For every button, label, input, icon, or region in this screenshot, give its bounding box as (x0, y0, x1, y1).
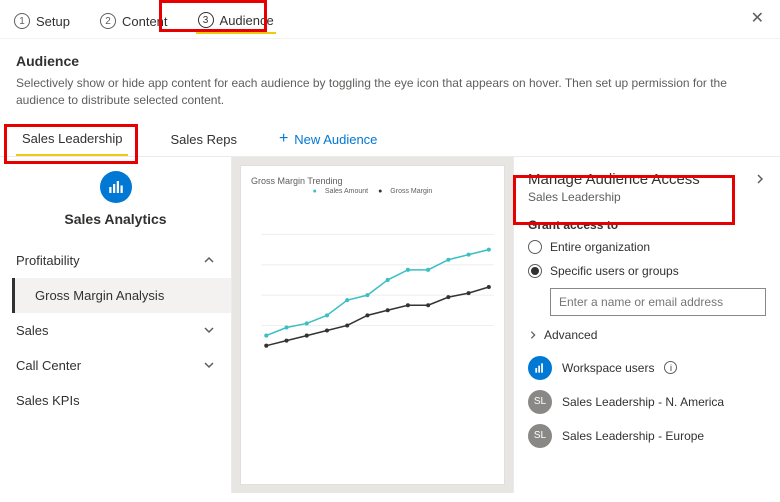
radio-label: Specific users or groups (550, 264, 679, 278)
nav-label: Profitability (16, 253, 80, 268)
group-sales-leadership-eu[interactable]: SL Sales Leadership - Europe (528, 424, 766, 448)
avatar-icon: SL (528, 424, 552, 448)
nav-sales[interactable]: Sales (0, 313, 231, 348)
step-label: Audience (220, 13, 274, 28)
nav-label: Call Center (16, 358, 81, 373)
group-label: Sales Leadership - Europe (562, 429, 704, 443)
chevron-down-icon (203, 359, 215, 371)
line-chart (241, 195, 504, 375)
workspace-header: Sales Analytics (0, 157, 231, 243)
new-audience-label: New Audience (294, 132, 377, 147)
legend-a: Sales Amount (325, 188, 368, 195)
page-title: Audience (16, 53, 764, 69)
legend-dot-icon: ● (313, 188, 317, 195)
user-search-input[interactable] (550, 288, 766, 316)
radio-specific-users[interactable]: Specific users or groups (528, 264, 766, 278)
group-label: Workspace users (562, 361, 654, 375)
access-subtitle: Sales Leadership (528, 190, 766, 204)
step-number: 1 (14, 13, 30, 29)
avatar-icon: SL (528, 390, 552, 414)
report-preview: Gross Margin Trending ● Sales Amount ● Gro… (240, 165, 505, 485)
workspace-icon (100, 171, 132, 203)
bar-chart-icon (528, 356, 552, 380)
nav-label: Sales (16, 323, 49, 338)
advanced-toggle[interactable]: Advanced (528, 328, 766, 342)
step-number: 2 (100, 13, 116, 29)
nav-gross-margin[interactable]: Gross Margin Analysis (12, 278, 231, 313)
page-description: Selectively show or hide app content for… (16, 75, 764, 109)
preview-column: Gross Margin Trending ● Sales Amount ● Gro… (232, 157, 514, 493)
step-label: Content (122, 14, 168, 29)
group-label: Sales Leadership - N. America (562, 395, 724, 409)
group-sales-leadership-na[interactable]: SL Sales Leadership - N. America (528, 390, 766, 414)
access-panel: Manage Audience Access Sales Leadership … (514, 157, 780, 493)
access-title: Manage Audience Access (528, 171, 700, 188)
chevron-right-icon (754, 173, 766, 185)
legend-b: Gross Margin (390, 188, 432, 195)
group-workspace-users[interactable]: Workspace users i (528, 356, 766, 380)
tab-sales-leadership[interactable]: Sales Leadership (16, 123, 128, 156)
step-setup[interactable]: 1 Setup (12, 9, 72, 33)
chart-title: Gross Margin Trending (241, 166, 504, 188)
step-label: Setup (36, 14, 70, 29)
workspace-title: Sales Analytics (0, 211, 231, 227)
nav-column: Sales Analytics Profitability Gross Marg… (0, 157, 232, 493)
radio-entire-org[interactable]: Entire organization (528, 240, 766, 254)
access-header[interactable]: Manage Audience Access (528, 167, 766, 190)
wizard-steps: 1 Setup 2 Content 3 Audience ✕ (0, 0, 780, 39)
step-number: 3 (198, 12, 214, 28)
step-content[interactable]: 2 Content (98, 9, 170, 33)
chevron-up-icon (203, 254, 215, 266)
close-icon[interactable]: ✕ (751, 8, 764, 28)
grant-label: Grant access to (528, 218, 766, 232)
body-columns: Sales Analytics Profitability Gross Marg… (0, 157, 780, 493)
nav-call-center[interactable]: Call Center (0, 348, 231, 383)
nav-profitability[interactable]: Profitability (0, 243, 231, 278)
radio-label: Entire organization (550, 240, 650, 254)
radio-icon (528, 240, 542, 254)
radio-icon (528, 264, 542, 278)
nav-sales-kpis[interactable]: Sales KPIs (0, 383, 231, 418)
info-icon[interactable]: i (664, 361, 677, 374)
chevron-right-icon (528, 330, 538, 340)
legend-dot-icon: ● (378, 188, 382, 195)
audience-tabs: Sales Leadership Sales Reps + New Audien… (0, 123, 780, 157)
section-header: Audience Selectively show or hide app co… (0, 39, 780, 119)
chart-legend: ● Sales Amount ● Gross Margin (241, 188, 504, 195)
plus-icon: + (279, 131, 288, 147)
step-audience[interactable]: 3 Audience (196, 8, 276, 34)
new-audience-button[interactable]: + New Audience (279, 131, 377, 147)
tab-sales-reps[interactable]: Sales Reps (164, 124, 242, 155)
advanced-label: Advanced (544, 328, 597, 342)
nav-label: Sales KPIs (16, 393, 80, 408)
chevron-down-icon (203, 324, 215, 336)
